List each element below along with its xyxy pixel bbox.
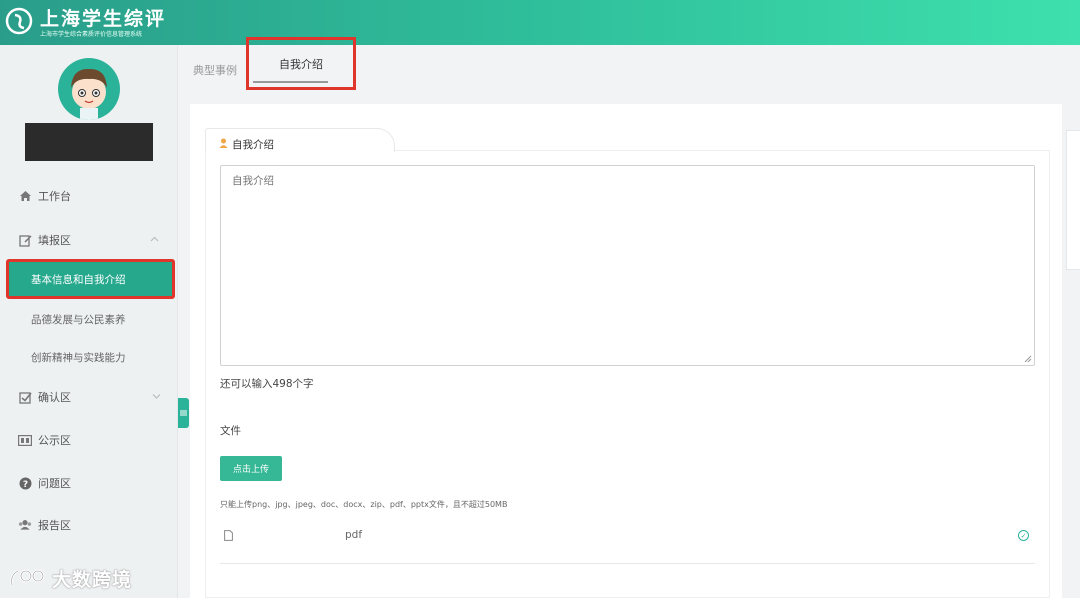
svg-text:?: ?	[22, 480, 27, 490]
sidebar-item-question-area[interactable]: ? 问题区	[0, 465, 178, 501]
sidebar-item-fill-area[interactable]: 填报区	[0, 222, 178, 258]
resize-grip-icon[interactable]	[1024, 355, 1032, 363]
sidebar-item-label: 报告区	[38, 519, 71, 532]
watermark-text: 大数跨境	[52, 568, 133, 591]
board-icon	[18, 433, 32, 447]
sidebar-item-label: 公示区	[38, 434, 71, 447]
sidebar-subitem-moral-development[interactable]: 品德发展与公民素养	[0, 301, 178, 337]
right-side-panel	[1066, 130, 1080, 270]
divider	[220, 563, 1035, 564]
edit-icon	[18, 233, 32, 247]
uploaded-file-row[interactable]: pdf ✓	[220, 525, 1035, 547]
sidebar-item-label: 确认区	[38, 391, 71, 404]
check-circle-icon: ✓	[1018, 530, 1029, 541]
tab-self-introduction[interactable]: 自我介绍	[246, 37, 356, 90]
avatar-image	[71, 68, 107, 120]
sidebar-item-public-area[interactable]: 公示区	[0, 422, 178, 458]
chevron-up-icon	[150, 235, 159, 245]
sidebar-subitem-label: 基本信息和自我介绍	[31, 273, 126, 286]
watermark: 大数跨境	[8, 564, 132, 592]
home-icon	[18, 189, 32, 203]
upload-hint: 只能上传png、jpg、jpeg、doc、docx、zip、pdf、pptx文件…	[220, 500, 508, 509]
char-counter: 还可以输入498个字	[220, 378, 314, 390]
sidebar: 工作台 填报区 基本信息和自我介绍 品德发展与公民素养 创新精神与实践能力 确认…	[0, 45, 178, 598]
section-title: 自我介绍	[232, 139, 274, 151]
logo-icon	[5, 7, 33, 35]
user-icon	[219, 138, 228, 148]
sidebar-subitem-innovation[interactable]: 创新精神与实践能力	[0, 339, 178, 375]
self-intro-textarea[interactable]	[220, 165, 1035, 366]
app-title: 上海学生综评	[40, 8, 167, 30]
sidebar-item-workbench[interactable]: 工作台	[0, 178, 178, 214]
sidebar-item-confirm-area[interactable]: 确认区	[0, 379, 178, 415]
file-label: 文件	[220, 425, 241, 437]
sidebar-item-label: 工作台	[38, 190, 71, 203]
question-icon: ?	[18, 476, 32, 490]
sidebar-collapse-handle[interactable]	[178, 398, 189, 428]
sidebar-subitem-basic-info[interactable]: 基本信息和自我介绍	[6, 259, 175, 299]
user-name-redacted	[25, 123, 153, 161]
file-name[interactable]: pdf	[345, 529, 362, 541]
users-icon	[18, 518, 32, 532]
sidebar-subitem-label: 品德发展与公民素养	[31, 313, 126, 326]
avatar[interactable]	[58, 58, 120, 120]
checkbox-icon	[18, 390, 32, 404]
tab-bar: 典型事例 自我介绍	[180, 37, 1080, 103]
sidebar-subitem-label: 创新精神与实践能力	[31, 351, 126, 364]
document-icon	[224, 530, 233, 541]
menu-icon	[180, 410, 187, 416]
tab-label: 自我介绍	[279, 57, 323, 71]
sidebar-item-report-area[interactable]: 报告区	[0, 507, 178, 543]
tab-active-indicator	[253, 81, 328, 83]
app-subtitle: 上海市学生综合素质评价信息管理系统	[40, 31, 143, 38]
tab-typical-cases[interactable]: 典型事例	[193, 45, 237, 95]
sidebar-item-label: 填报区	[38, 234, 71, 247]
top-header: 上海学生综评 上海市学生综合素质评价信息管理系统	[0, 0, 1080, 45]
upload-button[interactable]: 点击上传	[220, 456, 282, 481]
watermark-logo-icon	[10, 569, 45, 586]
chevron-down-icon	[152, 392, 161, 402]
sidebar-item-label: 问题区	[38, 477, 71, 490]
